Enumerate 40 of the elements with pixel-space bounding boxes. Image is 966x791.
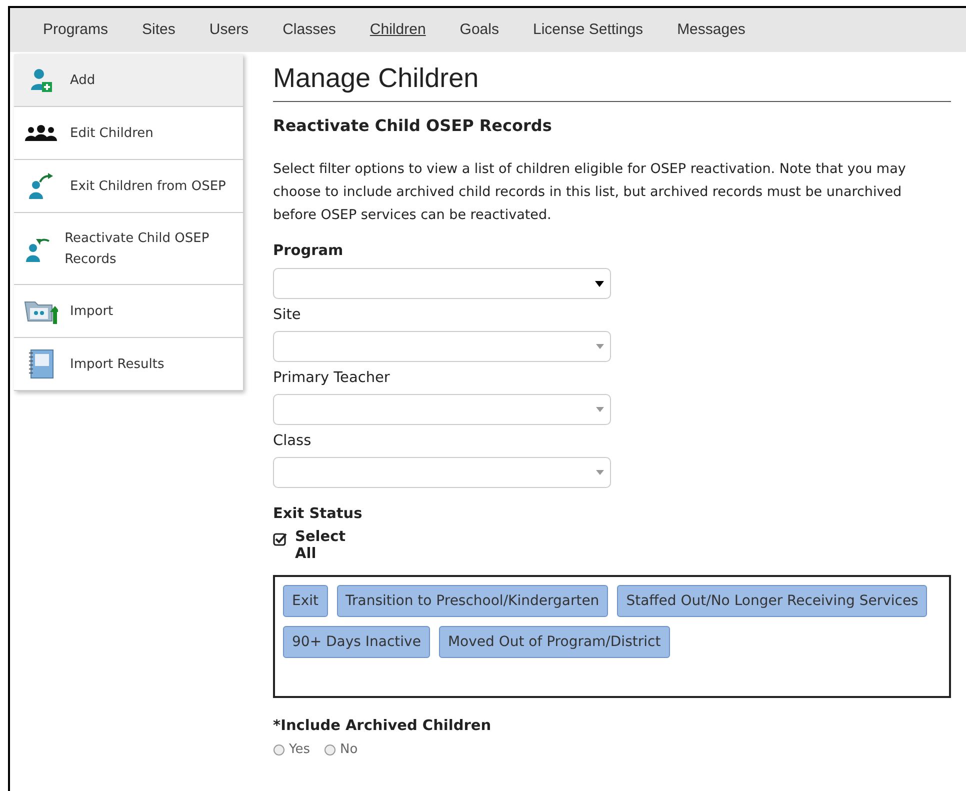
- nav-tab[interactable]: Children: [352, 18, 443, 42]
- sidebar-item[interactable]: Reactivate Child OSEP Records: [14, 213, 243, 285]
- field-label: *Include Archived Children: [273, 717, 492, 736]
- checkbox-label: Select All: [295, 529, 345, 564]
- radio-label: No: [340, 741, 358, 759]
- person-arrow-icon: [25, 236, 52, 262]
- radio-label: Yes: [289, 741, 310, 759]
- status-tag[interactable]: 90+ Days Inactive: [283, 626, 430, 658]
- field-label: Exit Status: [273, 504, 364, 524]
- status-tag[interactable]: Transition to Preschool/Kindergarten: [336, 585, 608, 618]
- notebook-icon: [28, 349, 54, 379]
- section-title: Reactivate Child OSEP Records: [273, 114, 553, 136]
- sidebar-item[interactable]: Edit Children: [14, 107, 243, 160]
- nav-tab[interactable]: License Settings: [516, 18, 660, 42]
- nav-tab[interactable]: Users: [192, 18, 266, 42]
- checked-checkbox[interactable]: [273, 532, 287, 546]
- field-label: Primary Teacher: [273, 369, 391, 388]
- field-label: Site: [273, 306, 302, 326]
- dropdown-field[interactable]: [273, 268, 611, 300]
- sidebar-item[interactable]: Exit Children from OSEP: [14, 160, 243, 213]
- radio-button[interactable]: [273, 744, 285, 756]
- person-add-icon: [29, 68, 53, 92]
- sidebar-item[interactable]: Import: [14, 285, 243, 338]
- sidebar-item[interactable]: Import Results: [14, 338, 243, 391]
- status-tag[interactable]: Moved Out of Program/District: [438, 626, 670, 658]
- people-icon: [24, 125, 58, 141]
- field-label: Class: [273, 432, 312, 451]
- nav-tab[interactable]: Messages: [660, 18, 762, 42]
- nav-tab[interactable]: Sites: [125, 18, 192, 42]
- status-tag[interactable]: Exit: [283, 585, 328, 618]
- description-text: Select filter options to view a list of children eligible for OSEP reactivation. Note that you may choose to include archived child records in this list, but archived records must be unarchived before OSEP services can be reactivated.: [273, 160, 907, 224]
- nav-tab[interactable]: Goals: [442, 18, 516, 42]
- nav-tab[interactable]: Programs: [26, 18, 126, 42]
- sidebar-item[interactable]: Add: [14, 54, 243, 107]
- status-tag[interactable]: Staffed Out/No Longer Receiving Services: [617, 585, 928, 618]
- radio-button[interactable]: [324, 744, 336, 756]
- page-title: Manage Children: [273, 52, 951, 102]
- nav-tab[interactable]: Classes: [266, 18, 353, 42]
- person-arrow-icon: [28, 173, 54, 199]
- field-label: Program: [273, 242, 344, 260]
